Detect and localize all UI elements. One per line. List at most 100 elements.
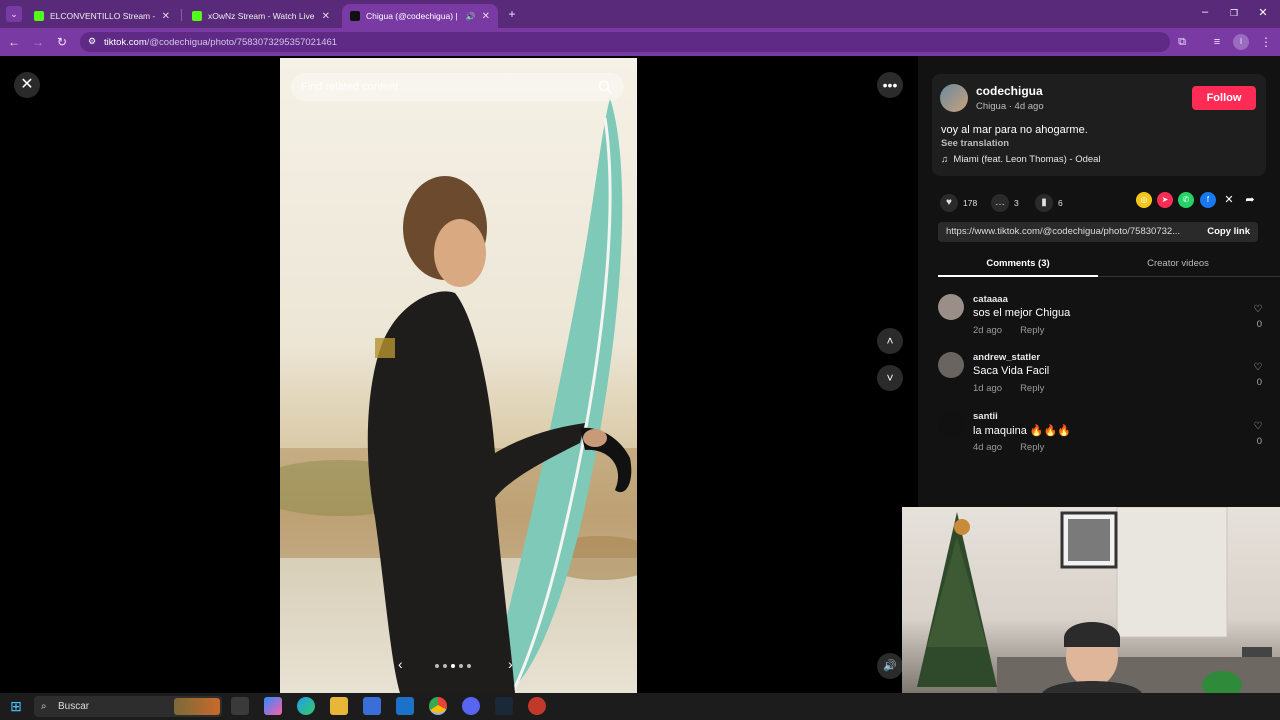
close-tab-icon[interactable]: ✕ xyxy=(322,11,330,22)
taskbar-search-label: Buscar xyxy=(58,701,90,712)
save-action[interactable]: ▮ 6 xyxy=(1035,194,1063,212)
reply-button[interactable]: Reply xyxy=(1020,325,1044,336)
comment-like-count: 0 xyxy=(1256,377,1262,388)
close-tab-icon[interactable]: ✕ xyxy=(162,11,170,22)
browser-tab-1[interactable]: ELCONVENTILLO Stream - Watc ✕ xyxy=(26,4,178,28)
commenter-avatar[interactable] xyxy=(938,294,964,320)
task-view-icon[interactable] xyxy=(231,697,249,715)
comment-text: sos el mejor Chigua xyxy=(973,307,1071,319)
comment-like-heart-icon[interactable]: ♡ xyxy=(1252,421,1264,432)
address-bar[interactable]: ⚙ tiktok.com/@codechigua/photo/758307329… xyxy=(80,32,1170,52)
creator-avatar[interactable] xyxy=(940,84,968,112)
reply-button[interactable]: Reply xyxy=(1020,442,1044,453)
comment-text: la maquina 🔥🔥🔥 xyxy=(973,425,1071,437)
close-window-icon[interactable]: ✕ xyxy=(1256,6,1270,19)
search-icon[interactable] xyxy=(598,80,612,94)
creator-username[interactable]: codechigua xyxy=(976,84,1043,98)
windows-taskbar: ⊞ ⌕ Buscar xyxy=(0,693,1280,720)
comment-count: 3 xyxy=(1014,198,1019,208)
comment-item: cataaaa sos el mejor Chigua 2d ago Reply … xyxy=(938,294,1264,344)
pagination-dot[interactable] xyxy=(443,664,447,668)
tab-creator-videos[interactable]: Creator videos xyxy=(1098,252,1258,276)
comment-like-heart-icon[interactable]: ♡ xyxy=(1252,304,1264,315)
share-arrow-icon[interactable]: ➦ xyxy=(1242,192,1258,208)
extensions-icon[interactable]: ⧉ xyxy=(1174,34,1190,50)
close-tab-icon[interactable]: ✕ xyxy=(482,11,490,22)
find-related-search-input[interactable]: Find related content xyxy=(291,73,624,101)
discord-icon[interactable] xyxy=(462,697,480,715)
next-post-chevron-down-icon[interactable]: ˅ xyxy=(877,365,903,391)
file-explorer-icon[interactable] xyxy=(330,697,348,715)
webcam-scene-illustration xyxy=(917,507,1280,693)
more-options-icon[interactable]: ••• xyxy=(877,72,903,98)
embed-share-icon[interactable]: ◎ xyxy=(1136,192,1152,208)
post-photo[interactable]: Find related content ‹ › xyxy=(280,58,637,693)
post-link-field[interactable]: https://www.tiktok.com/@codechigua/photo… xyxy=(938,222,1258,242)
previous-post-chevron-up-icon[interactable]: ˄ xyxy=(877,328,903,354)
outlook-icon[interactable] xyxy=(396,697,414,715)
post-info-card: codechigua Chigua · 4d ago Follow voy al… xyxy=(932,74,1266,176)
windows-start-icon[interactable]: ⊞ xyxy=(7,697,25,715)
chrome-icon[interactable] xyxy=(429,697,447,715)
forward-icon[interactable]: → xyxy=(30,34,46,50)
comment-like-count: 0 xyxy=(1256,319,1262,330)
edge-icon[interactable] xyxy=(297,697,315,715)
post-caption: voy al mar para no ahogarme. xyxy=(941,124,1088,136)
whatsapp-icon[interactable]: ✆ xyxy=(1178,192,1194,208)
facebook-icon[interactable]: f xyxy=(1200,192,1216,208)
commenter-username[interactable]: andrew_statler xyxy=(973,352,1040,363)
url-domain: tiktok.com xyxy=(104,36,147,48)
reload-icon[interactable]: ↻ xyxy=(54,34,70,50)
comment-date: 2d ago xyxy=(973,325,1003,336)
send-to-friends-icon[interactable]: ➤ xyxy=(1157,192,1173,208)
commenter-avatar[interactable] xyxy=(938,352,964,378)
tab-comments[interactable]: Comments (3) xyxy=(938,252,1098,276)
close-viewer-button[interactable]: ✕ xyxy=(14,72,40,98)
bookmark-icon: ▮ xyxy=(1035,194,1053,212)
back-icon[interactable]: ← xyxy=(6,34,22,50)
comment-like-count: 0 xyxy=(1256,436,1262,447)
new-tab-icon[interactable]: + xyxy=(504,6,520,22)
like-action[interactable]: ♥ 178 xyxy=(940,194,977,212)
copy-link-button[interactable]: Copy link xyxy=(1207,222,1250,242)
kick-icon xyxy=(34,11,44,21)
site-info-icon[interactable]: ⚙ xyxy=(88,36,96,47)
volume-icon[interactable]: 🔊 xyxy=(877,653,903,679)
follow-button[interactable]: Follow xyxy=(1192,86,1256,110)
pagination-dot[interactable] xyxy=(467,664,471,668)
restore-icon[interactable]: ❐ xyxy=(1227,8,1241,19)
audio-playing-icon[interactable]: 🔊 xyxy=(466,12,476,21)
comment-item: santii la maquina 🔥🔥🔥 4d ago Reply ♡ 0 xyxy=(938,411,1264,461)
commenter-avatar[interactable] xyxy=(938,411,964,437)
comment-like-heart-icon[interactable]: ♡ xyxy=(1252,362,1264,373)
copilot-icon[interactable] xyxy=(264,697,282,715)
obs-icon[interactable] xyxy=(528,697,546,715)
commenter-username[interactable]: cataaaa xyxy=(973,294,1008,305)
commenter-username[interactable]: santii xyxy=(973,411,998,422)
reply-button[interactable]: Reply xyxy=(1020,383,1044,394)
next-photo-chevron-icon[interactable]: › xyxy=(508,656,513,672)
microsoft-store-icon[interactable] xyxy=(363,697,381,715)
menu-kebab-icon[interactable]: ⋮ xyxy=(1258,34,1274,50)
taskbar-search-box[interactable]: ⌕ Buscar xyxy=(34,696,222,717)
steam-icon[interactable] xyxy=(495,697,513,715)
pagination-dot[interactable] xyxy=(435,664,439,668)
minimize-icon[interactable]: – xyxy=(1198,6,1212,18)
heart-icon: ♥ xyxy=(940,194,958,212)
pagination-dot[interactable] xyxy=(451,664,455,668)
x-twitter-icon[interactable]: ✕ xyxy=(1221,192,1237,208)
pagination-dot[interactable] xyxy=(459,664,463,668)
browser-tab-2[interactable]: xOwNz Stream - Watch Live on ✕ xyxy=(184,4,338,28)
surfer-photo-illustration xyxy=(280,98,637,693)
music-row[interactable]: ♫ Miami (feat. Leon Thomas) - Odeal xyxy=(941,154,1101,165)
see-translation-link[interactable]: See translation xyxy=(941,138,1009,149)
creator-name-date: Chigua · 4d ago xyxy=(976,101,1044,112)
media-controls-icon[interactable]: ≡ xyxy=(1209,34,1225,50)
tab-strip: ⌄ ELCONVENTILLO Stream - Watc ✕ xOwNz St… xyxy=(0,0,1280,28)
tab-search-chevron-icon[interactable]: ⌄ xyxy=(6,6,22,22)
previous-photo-chevron-icon[interactable]: ‹ xyxy=(398,656,403,672)
browser-tab-3[interactable]: Chigua (@codechigua) | Tik 🔊 ✕ xyxy=(342,4,498,28)
profile-avatar[interactable]: I xyxy=(1233,34,1249,50)
search-highlight-image xyxy=(174,698,220,715)
comment-action[interactable]: … 3 xyxy=(991,194,1019,212)
